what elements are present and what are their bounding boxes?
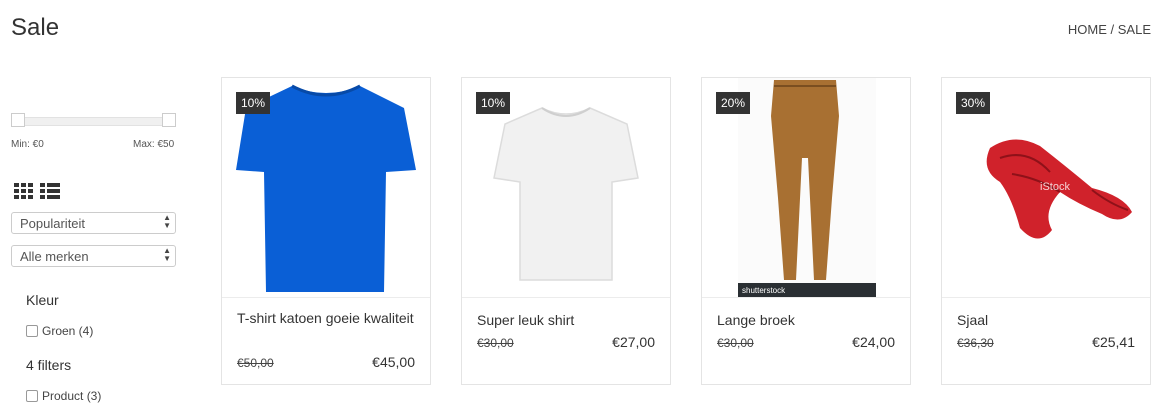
select-arrows-icon: ▲ ▼	[163, 213, 171, 230]
brand-select[interactable]: Alle merken ▲ ▼	[11, 245, 176, 267]
breadcrumb: HOME / SALE	[1068, 22, 1151, 37]
sort-select-value: Populariteit	[20, 216, 86, 231]
slider-min-label: Min: €0	[11, 139, 44, 150]
breadcrumb-home[interactable]: HOME	[1068, 22, 1107, 37]
card-divider	[462, 297, 670, 298]
checkbox[interactable]	[26, 325, 38, 337]
product-name[interactable]: Sjaal	[957, 310, 1137, 330]
price-range-slider[interactable]	[11, 113, 176, 127]
breadcrumb-separator: /	[1106, 22, 1118, 37]
card-divider	[222, 297, 430, 298]
product-card[interactable]: 10% T-shirt katoen goeie kwaliteit €50,0…	[221, 77, 431, 385]
page-title: Sale	[11, 14, 60, 41]
filter-heading-filters: 4 filters	[26, 357, 72, 373]
old-price: €36,30	[957, 336, 994, 350]
breadcrumb-current: SALE	[1117, 22, 1151, 37]
discount-badge: 10%	[476, 92, 511, 114]
slider-max-label: Max: €50	[133, 139, 175, 150]
slider-track	[18, 117, 169, 126]
product-card[interactable]: shutterstock 20% Lange broek €30,00 €24,…	[701, 77, 911, 385]
new-price: €25,41	[1092, 334, 1135, 350]
slider-min-handle[interactable]	[11, 113, 25, 127]
product-name[interactable]: Super leuk shirt	[477, 310, 657, 330]
discount-badge: 20%	[716, 92, 751, 114]
shutterstock-watermark: shutterstock	[742, 286, 786, 295]
slider-max-handle[interactable]	[162, 113, 176, 127]
old-price: €30,00	[477, 336, 514, 350]
select-arrows-icon: ▲ ▼	[163, 246, 171, 263]
product-card[interactable]: 10% Super leuk shirt €30,00 €27,00	[461, 77, 671, 385]
product-card[interactable]: iStock 30% Sjaal €36,30 €25,41	[941, 77, 1151, 385]
card-divider	[702, 297, 910, 298]
sort-select[interactable]: Populariteit ▲ ▼	[11, 212, 176, 234]
old-price: €30,00	[717, 336, 754, 350]
checkbox[interactable]	[26, 390, 38, 402]
discount-badge: 10%	[236, 92, 271, 114]
discount-badge: 30%	[956, 92, 991, 114]
brand-select-value: Alle merken	[20, 249, 89, 264]
filter-option-label: Product (3)	[42, 389, 102, 403]
new-price: €24,00	[852, 334, 895, 350]
view-toggle	[14, 183, 60, 200]
filter-checkbox-groen[interactable]: Groen (4)	[26, 324, 93, 338]
grid-view-icon[interactable]	[14, 183, 34, 200]
filter-checkbox-product[interactable]: Product (3)	[26, 389, 101, 403]
filter-option-label: Groen (4)	[42, 324, 94, 338]
product-name[interactable]: Lange broek	[717, 310, 897, 330]
card-divider	[942, 297, 1150, 298]
istock-watermark: iStock	[1040, 181, 1070, 193]
list-view-icon[interactable]	[40, 183, 60, 200]
filter-heading-kleur: Kleur	[26, 292, 59, 308]
product-name[interactable]: T-shirt katoen goeie kwaliteit	[237, 308, 417, 328]
old-price: €50,00	[237, 356, 274, 370]
new-price: €27,00	[612, 334, 655, 350]
new-price: €45,00	[372, 354, 415, 370]
